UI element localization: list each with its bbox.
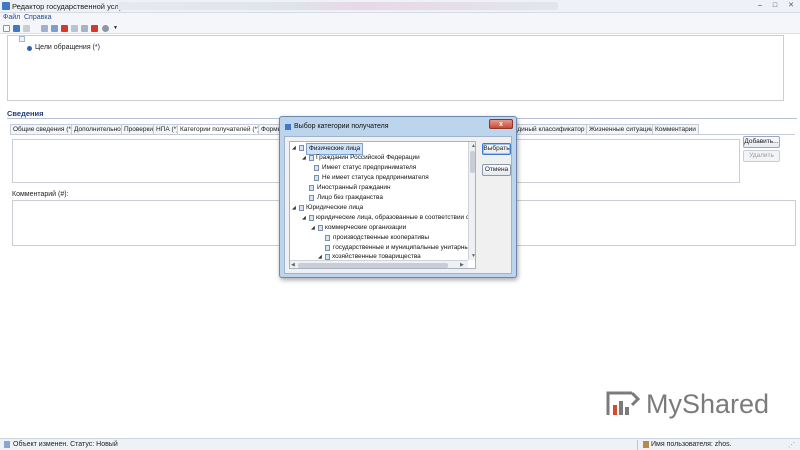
copy-icon[interactable] <box>51 25 58 32</box>
status-user: Имя пользователя: zhos. <box>651 441 732 448</box>
category-icon <box>299 205 304 211</box>
dialog-app-icon <box>285 124 291 130</box>
category-icon <box>299 145 304 151</box>
chevron-down-icon[interactable]: ▼ <box>113 25 120 32</box>
menu-help[interactable]: Справка <box>24 14 51 21</box>
collapse-icon[interactable]: ◢ <box>292 143 296 153</box>
tree-node-icon <box>19 36 25 42</box>
goal-icon <box>27 46 32 51</box>
scroll-thumb[interactable] <box>298 263 448 268</box>
open-icon[interactable] <box>23 25 30 32</box>
user-icon <box>643 441 649 448</box>
save-icon[interactable] <box>13 25 20 32</box>
maximize-button[interactable]: □ <box>768 1 782 11</box>
scroll-down-icon[interactable]: ▼ <box>471 253 475 259</box>
print-icon[interactable] <box>41 25 48 32</box>
goal-item[interactable]: Цели обращения (*) <box>35 44 100 51</box>
status-separator <box>637 440 638 450</box>
category-tree: ◢ Физические лица ◢ Гражданин Российской… <box>289 141 476 269</box>
help-icon[interactable] <box>102 25 109 32</box>
menu-bar: Файл Справка <box>0 13 800 23</box>
dialog-close-button[interactable]: x <box>489 119 513 129</box>
settings-icon[interactable] <box>71 25 78 32</box>
stop-icon[interactable] <box>91 25 98 32</box>
dialog-title: Выбор категории получателя <box>294 123 389 130</box>
category-icon <box>314 175 319 181</box>
tab-life-situations[interactable]: Жизненные ситуации <box>586 124 657 134</box>
collapse-icon[interactable]: ◢ <box>311 223 315 233</box>
comment-label: Комментарий (#): <box>12 191 69 198</box>
tab-checks[interactable]: Проверки <box>121 124 156 134</box>
close-button[interactable]: ✕ <box>784 1 798 11</box>
watermark-logo-icon <box>606 391 641 415</box>
vertical-scrollbar[interactable]: ▲ ▼ <box>468 142 475 260</box>
tab-classifier[interactable]: Единый классификатор <box>510 124 588 134</box>
app-icon <box>2 2 10 10</box>
watermark-text: MyShared <box>646 389 770 419</box>
toolbar: ▼ <box>0 23 800 34</box>
delete-icon[interactable] <box>61 25 68 32</box>
scroll-left-icon[interactable]: ◀ <box>291 262 295 268</box>
tab-comments[interactable]: Комментарии <box>652 124 699 134</box>
category-icon <box>314 165 319 171</box>
section-title: Сведения <box>7 109 44 118</box>
resize-grip-icon[interactable]: ⋰ <box>788 441 795 449</box>
scroll-thumb[interactable] <box>470 151 475 173</box>
tab-general[interactable]: Общие сведения (*) <box>10 124 77 134</box>
minimize-button[interactable]: – <box>753 1 767 11</box>
status-bar: Объект изменен. Статус: Новый Имя пользо… <box>0 438 800 450</box>
delete-button[interactable]: Удалить <box>743 150 780 162</box>
category-icon <box>325 245 330 251</box>
document-icon <box>4 441 10 448</box>
category-icon <box>309 195 314 201</box>
blurred-title-area <box>118 2 558 10</box>
status-message: Объект изменен. Статус: Новый <box>13 441 118 448</box>
category-icon <box>325 235 330 241</box>
category-icon <box>318 225 323 231</box>
category-icon <box>309 155 314 161</box>
dialog-body: ◢ Физические лица ◢ Гражданин Российской… <box>284 136 512 274</box>
category-icon <box>309 215 314 221</box>
refresh-icon[interactable] <box>81 25 88 32</box>
collapse-icon[interactable]: ◢ <box>292 203 296 213</box>
scroll-right-icon[interactable]: ▶ <box>460 262 464 268</box>
category-icon <box>309 185 314 191</box>
scroll-up-icon[interactable]: ▲ <box>471 143 475 149</box>
new-icon[interactable] <box>3 25 10 32</box>
horizontal-scrollbar[interactable]: ◀ ▶ <box>290 260 468 268</box>
goals-tree-panel: Цели обращения (*) <box>7 35 784 101</box>
collapse-icon[interactable]: ◢ <box>302 213 306 223</box>
tab-additional[interactable]: Дополнительно <box>71 124 124 134</box>
title-bar: Редактор государственной услуги – □ ✕ <box>0 0 800 13</box>
category-dialog: Выбор категории получателя x ◢ Физически… <box>279 116 517 278</box>
select-button[interactable]: Выбрать <box>482 143 511 155</box>
tab-recipient-categories[interactable]: Категории получателей (*) <box>177 124 263 134</box>
menu-file[interactable]: Файл <box>3 14 20 21</box>
add-button[interactable]: Добавить... <box>743 136 780 148</box>
cancel-button[interactable]: Отмена <box>482 164 511 176</box>
window-title: Редактор государственной услуги <box>12 2 130 11</box>
collapse-icon[interactable]: ◢ <box>302 153 306 163</box>
